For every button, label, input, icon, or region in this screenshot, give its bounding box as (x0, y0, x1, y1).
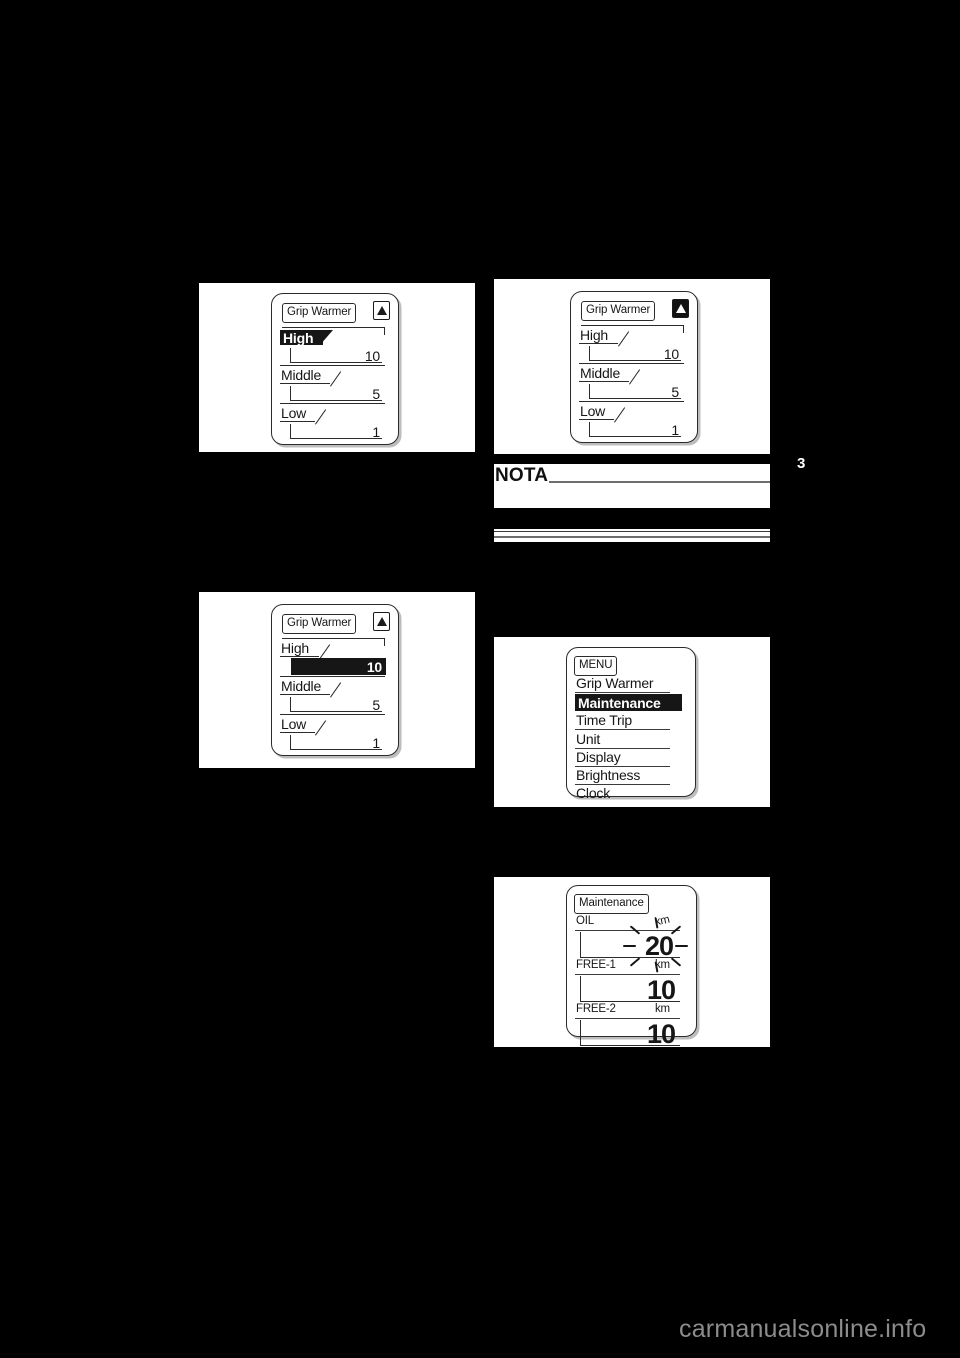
lcd-title-chip: Grip Warmer (282, 614, 357, 634)
lcd-row-underline-low (579, 419, 614, 421)
maintenance-row-unit-free2: km (655, 1003, 670, 1015)
menu-item-grip-warmer[interactable]: Grip Warmer (576, 676, 654, 690)
lcd-screen-grip-warmer-value: Grip Warmer High 10 Middle 5 Low 1 (271, 604, 399, 756)
maintenance-row-label-oil: OIL (576, 915, 594, 927)
lcd-title-chip: Maintenance (574, 894, 649, 914)
page-number: 3 (797, 455, 806, 472)
header-rule-elbow (384, 327, 386, 335)
up-triangle-glyph (376, 617, 387, 626)
figure-plate-maintenance: Maintenance OIL km 20 FREE-1 km 10 FREE-… (494, 877, 770, 1047)
lcd-title-chip: Grip Warmer (581, 301, 656, 321)
up-triangle-glyph (675, 304, 686, 313)
menu-item-clock[interactable]: Clock (576, 786, 610, 800)
lcd-row-underline-middle (579, 381, 629, 383)
lcd-row-underline-low (280, 732, 315, 734)
maintenance-row-unit-free1: km (655, 959, 670, 971)
lcd-row-slash-low (614, 407, 626, 423)
up-triangle-icon (373, 301, 390, 320)
site-watermark: carmanualsonline.info (679, 1315, 927, 1343)
header-rule (282, 327, 385, 329)
lcd-row-label-middle: Middle (281, 678, 322, 694)
header-rule-elbow (384, 638, 386, 646)
lcd-row-slash-low (315, 409, 327, 425)
note-heading-rule (549, 481, 770, 483)
figure-plate-grip-warmer-high: Grip Warmer High 10 Middle 5 Low 1 (199, 283, 475, 452)
figure-plate-menu: MENU Grip Warmer Maintenance Time Trip U… (494, 637, 770, 807)
maintenance-row-label-free1: FREE-1 (576, 959, 616, 971)
note-footer-rules (494, 529, 770, 542)
figure-plate-grip-warmer-value: Grip Warmer High 10 Middle 5 Low 1 (199, 592, 475, 768)
lcd-row-slash-high (618, 331, 630, 347)
lcd-row-underline-high (579, 343, 618, 345)
lcd-value-high: 10 (663, 346, 679, 362)
note-footer-rule-top (494, 531, 770, 533)
lcd-value-middle: 5 (372, 386, 380, 402)
up-triangle-glyph (376, 306, 387, 315)
lcd-row-slash-low (315, 720, 327, 736)
menu-item-unit[interactable]: Unit (576, 732, 600, 746)
up-triangle-icon (373, 612, 390, 631)
menu-item-rule (575, 692, 670, 694)
menu-item-rule (575, 729, 670, 731)
lcd-screen-grip-warmer-high: Grip Warmer High 10 Middle 5 Low 1 (271, 293, 399, 445)
lcd-value-highlight-high: 10 (291, 658, 386, 675)
note-heading: NOTA (495, 465, 549, 486)
maintenance-value-free1: 10 (646, 975, 676, 1005)
lcd-row-slash-middle (629, 369, 641, 385)
note-body (495, 488, 769, 507)
up-triangle-icon (672, 299, 689, 318)
maintenance-value-oil: 20 (644, 931, 674, 961)
lcd-row-label-middle: Middle (580, 365, 621, 381)
lcd-row-underline-middle (280, 383, 330, 385)
lcd-row-underline-low (280, 421, 315, 423)
note-block: NOTA (494, 464, 770, 508)
lcd-row-underline-middle (280, 694, 330, 696)
lcd-value-middle: 5 (671, 384, 679, 400)
lcd-row-label-low: Low (281, 405, 307, 421)
lcd-title-chip: MENU (574, 656, 618, 676)
lcd-value-low: 1 (372, 735, 380, 751)
lcd-row-label-low: Low (281, 716, 307, 732)
header-rule-elbow (683, 325, 685, 333)
menu-item-brightness[interactable]: Brightness (576, 768, 640, 782)
lcd-screen-menu: MENU Grip Warmer Maintenance Time Trip U… (566, 647, 696, 800)
lcd-row-slash-middle (330, 682, 342, 698)
maintenance-row-label-free2: FREE-2 (576, 1003, 616, 1015)
lcd-row-slash-middle (330, 371, 342, 387)
figure-plate-grip-warmer-confirmed: Grip Warmer High 10 Middle 5 Low 1 (494, 279, 770, 454)
menu-item-time-trip[interactable]: Time Trip (576, 713, 632, 727)
lcd-value-high: 10 (364, 348, 380, 364)
note-footer-rule-bottom (494, 536, 770, 538)
lcd-row-label-middle: Middle (281, 367, 322, 383)
lcd-row-label-high: High (280, 330, 323, 345)
lcd-row-label-low: Low (580, 403, 606, 419)
lcd-screen-maintenance: Maintenance OIL km 20 FREE-1 km 10 FREE-… (566, 885, 697, 1047)
maintenance-value-free2: 10 (646, 1019, 676, 1048)
lcd-value-low: 1 (372, 424, 380, 440)
lcd-value-middle: 5 (372, 697, 380, 713)
menu-item-display[interactable]: Display (576, 750, 621, 764)
lcd-row-label-high: High (281, 640, 309, 656)
lcd-row-highlight-wedge (320, 330, 333, 345)
lcd-screen-grip-warmer-confirmed: Grip Warmer High 10 Middle 5 Low 1 (570, 291, 698, 443)
menu-item-maintenance[interactable]: Maintenance (575, 694, 682, 711)
lcd-row-label-high: High (580, 327, 608, 343)
lcd-value-low: 1 (671, 422, 679, 438)
lcd-title-chip: Grip Warmer (282, 303, 357, 323)
